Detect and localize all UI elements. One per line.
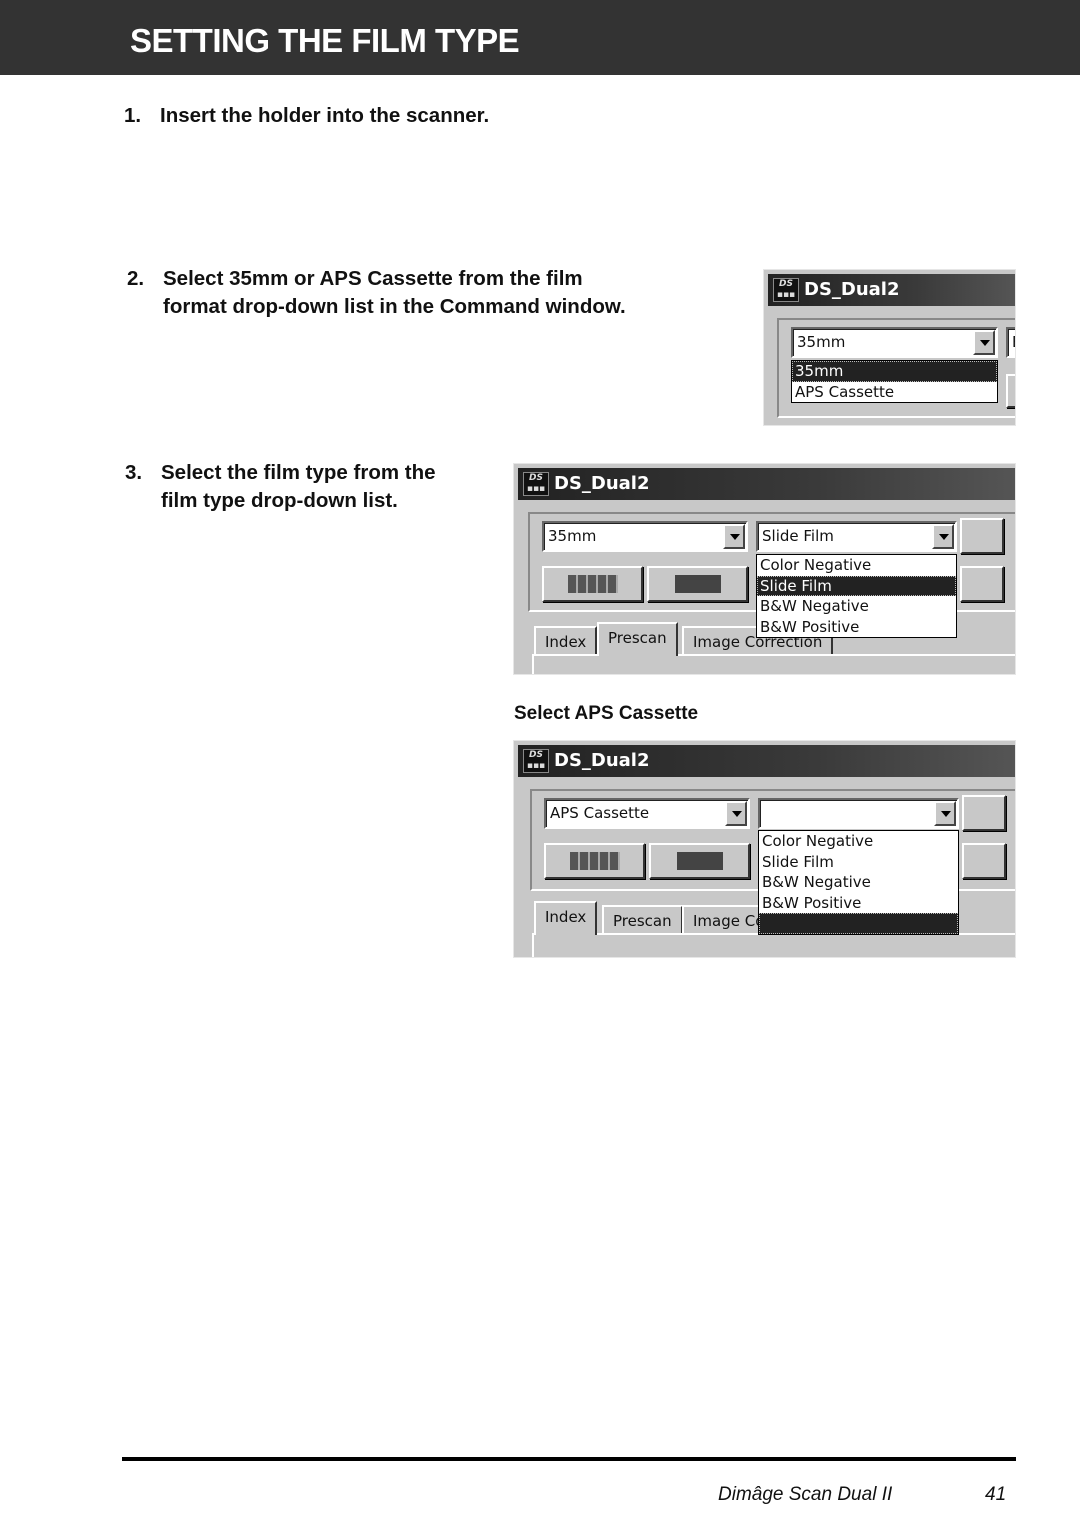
film-type-dropdown[interactable] — [758, 798, 959, 829]
option-color-negative[interactable]: Color Negative — [759, 831, 958, 852]
command-window-aps: DS ▪▪▪ DS_Dual2 APS Cassette Index Prescan… — [513, 740, 1016, 958]
scan-settings-icon[interactable] — [960, 518, 1004, 554]
toolbar-button-partial[interactable] — [1006, 374, 1015, 408]
tab-prescan[interactable]: Prescan — [602, 905, 683, 935]
option-35mm[interactable]: 35mm — [792, 361, 997, 382]
app-logo-icon: DS ▪▪▪ — [523, 472, 549, 496]
film-format-dropdown[interactable]: 35mm — [542, 521, 748, 552]
film-type-list: Color Negative Slide Film B&W Negative B… — [756, 554, 957, 638]
chevron-down-icon[interactable] — [723, 524, 745, 549]
page-number: 41 — [985, 1484, 1007, 1505]
option-bw-positive[interactable]: B&W Positive — [757, 617, 956, 638]
dropdown-value: APS Cassette — [550, 804, 650, 822]
step-number: 3. — [125, 461, 143, 484]
command-window-format: DS▪▪▪DS_Dual2 35mm E 35mm APS Cassette — [763, 269, 1016, 426]
title-bar: DS ▪▪▪ DS_Dual2 — [518, 468, 1015, 500]
help-book-icon[interactable] — [960, 566, 1004, 602]
header-bar: SETTING THE FILM TYPE — [0, 0, 1080, 75]
option-bw-negative[interactable]: B&W Negative — [757, 596, 956, 617]
film-type-dropdown[interactable]: Slide Film — [756, 521, 957, 552]
dropdown-value: 35mm — [797, 333, 846, 351]
footer-rule — [122, 1457, 1016, 1461]
tab-index[interactable]: Index — [534, 901, 598, 935]
step-text: Insert the holder into the scanner. — [160, 104, 490, 127]
command-window-film-type: DS ▪▪▪ DS_Dual2 35mm Slide Film Index Pres… — [513, 463, 1016, 675]
footer-product: Dimâge Scan Dual II — [718, 1484, 893, 1505]
film-format-dropdown[interactable]: 35mm — [791, 327, 998, 358]
step-3: 3. Select the film type from the film type… — [125, 459, 436, 515]
title-bar: DS ▪▪▪ DS_Dual2 — [518, 745, 1015, 777]
option-blank[interactable] — [759, 913, 958, 934]
app-logo-icon: DS ▪▪▪ — [523, 749, 549, 773]
index-scan-icon — [569, 852, 620, 870]
prescan-icon — [674, 575, 721, 593]
title-bar: DS ▪▪▪ DS_Dual2 — [768, 274, 1015, 306]
option-color-negative[interactable]: Color Negative — [757, 555, 956, 576]
step-text: Select the film type from the — [161, 461, 436, 484]
prescan-icon — [676, 852, 723, 870]
chevron-down-icon[interactable] — [973, 330, 995, 355]
dropdown-value: Slide Film — [762, 527, 834, 545]
dropdown-value: 35mm — [548, 527, 597, 545]
index-scan-icon — [567, 575, 618, 593]
app-logo-icon: DS ▪▪▪ — [773, 278, 799, 302]
film-format-list: 35mm APS Cassette — [791, 360, 998, 403]
step-text: film type drop-down list. — [161, 489, 398, 512]
option-bw-positive[interactable]: B&W Positive — [759, 893, 958, 914]
dropdown-value: E — [1012, 333, 1015, 351]
step-number: 2. — [127, 267, 145, 290]
chevron-down-icon[interactable] — [934, 801, 956, 826]
chevron-down-icon[interactable] — [725, 801, 747, 826]
option-bw-negative[interactable]: B&W Negative — [759, 872, 958, 893]
prescan-button[interactable] — [649, 843, 750, 879]
step-2: 2. Select 35mm or APS Cassette from the f… — [127, 265, 626, 321]
window-title: DS_Dual2 — [804, 279, 900, 300]
tab-content — [532, 654, 1015, 674]
help-book-icon[interactable] — [962, 843, 1006, 879]
option-aps-cassette[interactable]: APS Cassette — [792, 382, 997, 403]
film-type-list: Color Negative Slide Film B&W Negative B… — [758, 830, 959, 935]
window-title: DS_Dual2 — [554, 750, 650, 771]
film-format-dropdown[interactable]: APS Cassette — [544, 798, 750, 829]
tab-content — [532, 933, 1015, 957]
index-scan-button[interactable] — [542, 566, 643, 602]
option-slide-film[interactable]: Slide Film — [759, 852, 958, 873]
step-number: 1. — [124, 104, 142, 127]
scan-settings-icon[interactable] — [962, 795, 1006, 831]
step-text: format drop-down list in the Command win… — [163, 295, 626, 318]
tab-prescan[interactable]: Prescan — [597, 622, 678, 656]
step-text: Select 35mm or APS Cassette from the fil… — [163, 267, 583, 290]
page-title: SETTING THE FILM TYPE — [130, 22, 520, 59]
step-1: 1. Insert the holder into the scanner. — [124, 102, 489, 130]
tab-index[interactable]: Index — [534, 626, 598, 656]
film-type-dropdown-partial[interactable]: E — [1006, 327, 1015, 358]
window-title: DS_Dual2 — [554, 473, 650, 494]
index-scan-button[interactable] — [544, 843, 645, 879]
option-slide-film[interactable]: Slide Film — [757, 575, 956, 596]
prescan-button[interactable] — [647, 566, 748, 602]
caption-select-aps: Select APS Cassette — [514, 703, 699, 724]
chevron-down-icon[interactable] — [932, 524, 954, 549]
